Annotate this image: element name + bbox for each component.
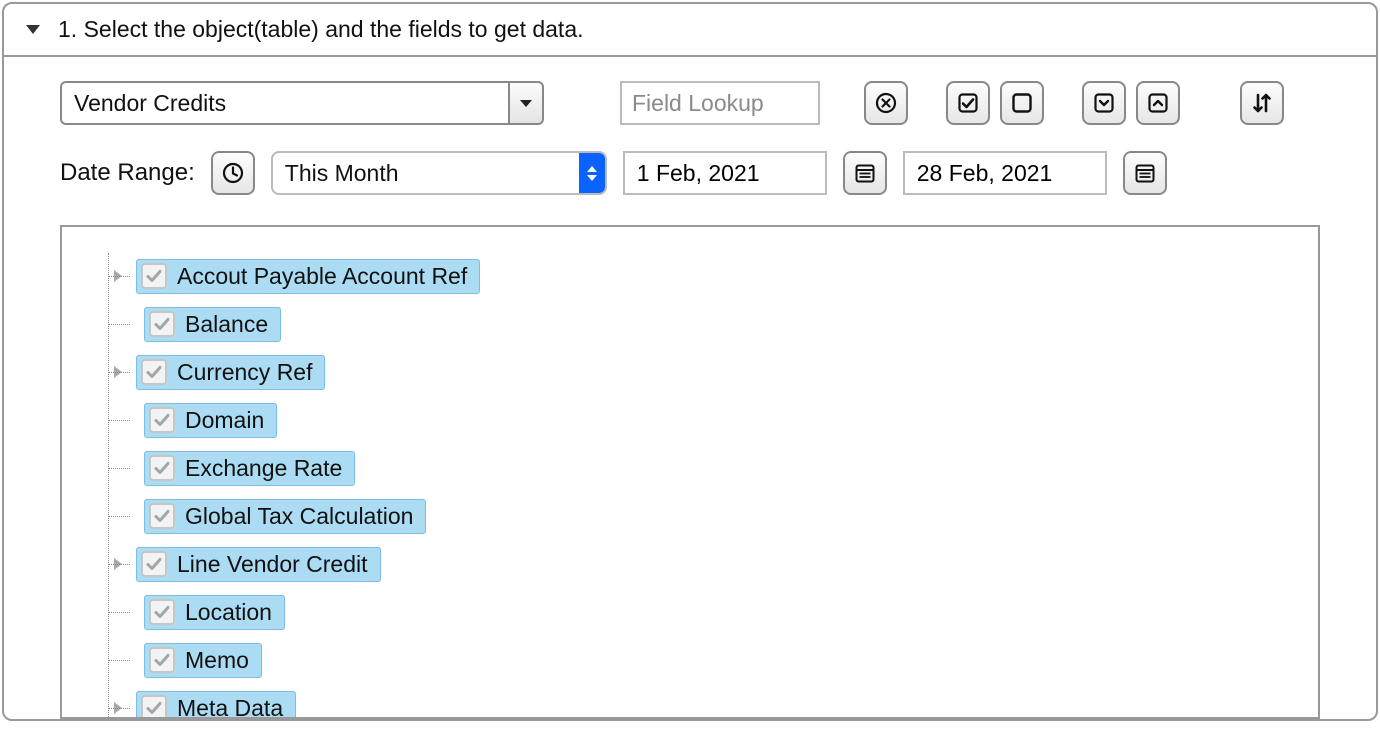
field-tree-inner: Accout Payable Account Ref Balance Currenc… [86, 253, 1294, 719]
checkmark-icon [153, 411, 171, 429]
check-all-button[interactable] [946, 81, 990, 125]
date-end-picker-button[interactable] [1123, 151, 1167, 195]
tree-node[interactable]: Domain [108, 397, 1294, 443]
field-label: Accout Payable Account Ref [177, 263, 467, 290]
field-label: Memo [185, 647, 249, 674]
date-start-input[interactable] [623, 151, 827, 195]
field-tree: Accout Payable Account Ref Balance Currenc… [60, 225, 1320, 719]
object-row: Vendor Credits [60, 81, 1320, 125]
field-checkbox[interactable] [149, 407, 175, 433]
calendar-icon [854, 162, 876, 184]
circle-x-icon [875, 92, 897, 114]
object-select[interactable]: Vendor Credits [60, 81, 544, 125]
chevron-up-icon [587, 166, 597, 172]
field-checkbox[interactable] [149, 503, 175, 529]
date-range-label: Date Range: [60, 159, 195, 187]
tree-node[interactable]: Balance [108, 301, 1294, 347]
step-panel: 1. Select the object(table) and the fiel… [2, 2, 1378, 721]
sort-arrows-icon [1250, 91, 1274, 115]
panel-title: 1. Select the object(table) and the fiel… [58, 16, 584, 43]
checkmark-icon [145, 699, 163, 717]
field-chip[interactable]: Location [144, 595, 285, 630]
checkmark-icon [145, 363, 163, 381]
checkmark-icon [153, 651, 171, 669]
box-chevron-down-icon [1093, 92, 1115, 114]
tree-node[interactable]: Meta Data [108, 685, 1294, 719]
field-label: Balance [185, 311, 268, 338]
field-chip[interactable]: Meta Data [136, 691, 296, 720]
field-chip[interactable]: Global Tax Calculation [144, 499, 426, 534]
field-checkbox[interactable] [149, 455, 175, 481]
collapse-all-button[interactable] [1136, 81, 1180, 125]
panel-header[interactable]: 1. Select the object(table) and the fiel… [4, 4, 1376, 57]
field-label: Exchange Rate [185, 455, 342, 482]
field-lookup-input[interactable] [620, 81, 820, 125]
checkmark-icon [153, 507, 171, 525]
field-chip[interactable]: Domain [144, 403, 277, 438]
field-chip[interactable]: Line Vendor Credit [136, 547, 381, 582]
object-select-dropdown-button[interactable] [508, 81, 544, 125]
chevron-down-icon [520, 100, 532, 107]
checkbox-checked-icon [957, 92, 979, 114]
object-select-value: Vendor Credits [60, 81, 508, 125]
expand-toggle-icon[interactable] [114, 270, 122, 282]
tree-node[interactable]: Global Tax Calculation [108, 493, 1294, 539]
disclosure-triangle-icon[interactable] [26, 25, 40, 34]
date-start-picker-button[interactable] [843, 151, 887, 195]
expand-all-button[interactable] [1082, 81, 1126, 125]
field-label: Global Tax Calculation [185, 503, 413, 530]
field-label: Domain [185, 407, 264, 434]
checkmark-icon [145, 555, 163, 573]
tree-node[interactable]: Currency Ref [108, 349, 1294, 395]
field-label: Line Vendor Credit [177, 551, 368, 578]
field-label: Location [185, 599, 272, 626]
field-checkbox[interactable] [141, 359, 167, 385]
field-chip[interactable]: Accout Payable Account Ref [136, 259, 480, 294]
calendar-icon [1134, 162, 1156, 184]
field-label: Meta Data [177, 695, 283, 720]
box-chevron-up-icon [1147, 92, 1169, 114]
clear-lookup-button[interactable] [864, 81, 908, 125]
checkbox-empty-icon [1011, 92, 1033, 114]
field-checkbox[interactable] [149, 599, 175, 625]
tree-node[interactable]: Memo [108, 637, 1294, 683]
checkmark-icon [145, 267, 163, 285]
field-chip[interactable]: Exchange Rate [144, 451, 355, 486]
checkmark-icon [153, 315, 171, 333]
uncheck-all-button[interactable] [1000, 81, 1044, 125]
expand-toggle-icon[interactable] [114, 558, 122, 570]
field-checkbox[interactable] [141, 263, 167, 289]
clock-icon [222, 162, 244, 184]
tree-node[interactable]: Location [108, 589, 1294, 635]
date-preset-stepper[interactable] [579, 153, 605, 193]
sort-button[interactable] [1240, 81, 1284, 125]
expand-toggle-icon[interactable] [114, 702, 122, 714]
field-chip[interactable]: Currency Ref [136, 355, 325, 390]
tree-node[interactable]: Accout Payable Account Ref [108, 253, 1294, 299]
panel-body: Vendor Credits [4, 57, 1376, 719]
field-label: Currency Ref [177, 359, 312, 386]
date-range-row: Date Range: This Month [60, 151, 1320, 195]
date-end-input[interactable] [903, 151, 1107, 195]
field-checkbox[interactable] [141, 551, 167, 577]
expand-toggle-icon[interactable] [114, 366, 122, 378]
field-checkbox[interactable] [149, 311, 175, 337]
date-range-clock-button[interactable] [211, 151, 255, 195]
chevron-down-icon [587, 175, 597, 181]
field-chip[interactable]: Balance [144, 307, 281, 342]
date-preset-value: This Month [285, 160, 399, 187]
field-checkbox[interactable] [149, 647, 175, 673]
field-checkbox[interactable] [141, 695, 167, 719]
tree-node[interactable]: Line Vendor Credit [108, 541, 1294, 587]
tree-node[interactable]: Exchange Rate [108, 445, 1294, 491]
date-preset-select[interactable]: This Month [271, 151, 607, 195]
field-chip[interactable]: Memo [144, 643, 262, 678]
checkmark-icon [153, 459, 171, 477]
checkmark-icon [153, 603, 171, 621]
